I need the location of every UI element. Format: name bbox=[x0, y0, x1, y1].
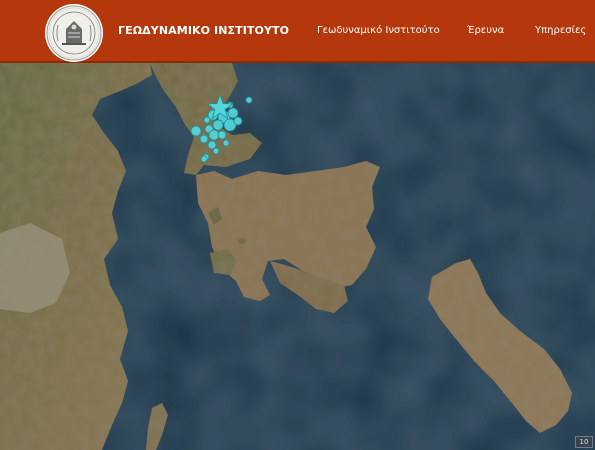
circle-marker-icon[interactable] bbox=[212, 147, 220, 155]
site-header: ΓΕΩΔΥΝΑΜΙΚΟ ΙΝΣΤΙΤΟΥΤΟ Γεωδυναμικό Ινστι… bbox=[0, 0, 595, 63]
page: ΓΕΩΔΥΝΑΜΙΚΟ ΙΝΣΤΙΤΟΥΤΟ Γεωδυναμικό Ινστι… bbox=[0, 0, 595, 450]
site-title[interactable]: ΓΕΩΔΥΝΑΜΙΚΟ ΙΝΣΤΙΤΟΥΤΟ bbox=[118, 24, 289, 37]
satellite-map[interactable] bbox=[0, 63, 595, 450]
circle-marker-icon[interactable] bbox=[208, 129, 220, 141]
circle-marker-icon[interactable] bbox=[217, 130, 227, 140]
circle-marker-icon[interactable] bbox=[207, 140, 217, 150]
institute-seal-icon[interactable] bbox=[44, 3, 104, 63]
circle-marker-icon[interactable] bbox=[245, 96, 253, 104]
circle-marker-icon[interactable] bbox=[227, 107, 239, 119]
circle-marker-icon[interactable] bbox=[199, 134, 209, 144]
circle-marker-icon[interactable] bbox=[190, 125, 202, 137]
islet-1 bbox=[238, 238, 246, 244]
circle-marker-icon[interactable] bbox=[233, 116, 243, 126]
circle-marker-icon[interactable] bbox=[203, 116, 211, 124]
circle-marker-icon[interactable] bbox=[200, 155, 208, 163]
nav-item-services[interactable]: Υπηρεσίες bbox=[535, 25, 586, 36]
map-corner-badge: 10 bbox=[575, 436, 593, 448]
circle-marker-icon[interactable] bbox=[212, 119, 224, 131]
nav-item-institute[interactable]: Γεωδυναμικό Ινστιτούτο bbox=[317, 25, 440, 36]
nav-item-research[interactable]: Έρευνα bbox=[467, 25, 504, 36]
circle-marker-icon[interactable] bbox=[222, 139, 230, 147]
